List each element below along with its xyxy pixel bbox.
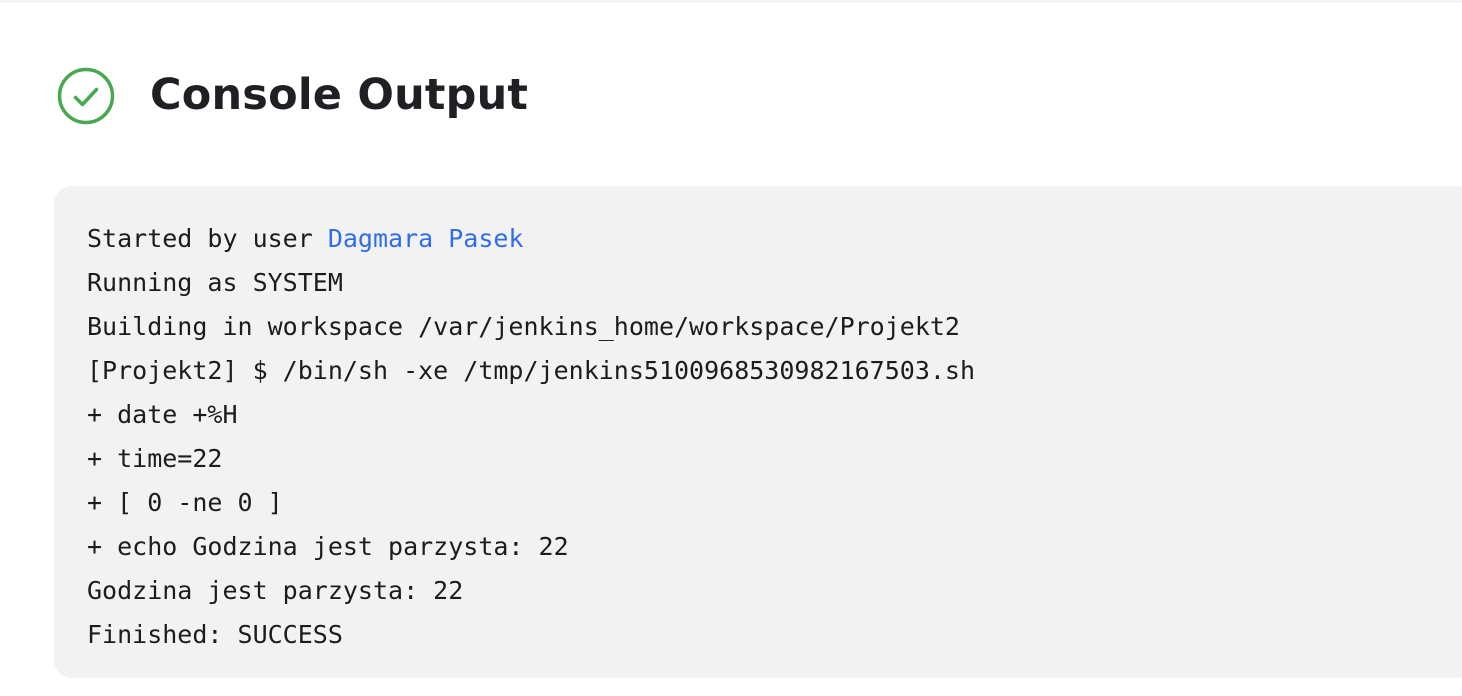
console-line: + time=22: [87, 444, 223, 473]
console-line: + [ 0 -ne 0 ]: [87, 488, 283, 517]
started-by-user-link[interactable]: Dagmara Pasek: [328, 224, 524, 253]
console-line-started-by: Started by user Dagmara Pasek: [87, 217, 1462, 261]
console-output-panel: Started by user Dagmara Pasek Running as…: [54, 186, 1462, 678]
page-title: Console Output: [150, 69, 529, 120]
console-line: Finished: SUCCESS: [87, 620, 343, 649]
started-by-prefix: Started by user: [87, 224, 328, 253]
console-line: Godzina jest parzysta: 22: [87, 576, 464, 605]
check-circle-icon: [56, 66, 116, 126]
console-output-page: Console Output Started by user Dagmara P…: [0, 0, 1462, 696]
console-line: + echo Godzina jest parzysta: 22: [87, 532, 569, 561]
console-line: Running as SYSTEM: [87, 268, 343, 297]
top-divider: [0, 0, 1462, 3]
console-line: + date +%H: [87, 400, 238, 429]
console-line: [Projekt2] $ /bin/sh -xe /tmp/jenkins510…: [87, 356, 976, 385]
page-header: Console Output: [56, 66, 528, 126]
console-line: Building in workspace /var/jenkins_home/…: [87, 312, 960, 341]
